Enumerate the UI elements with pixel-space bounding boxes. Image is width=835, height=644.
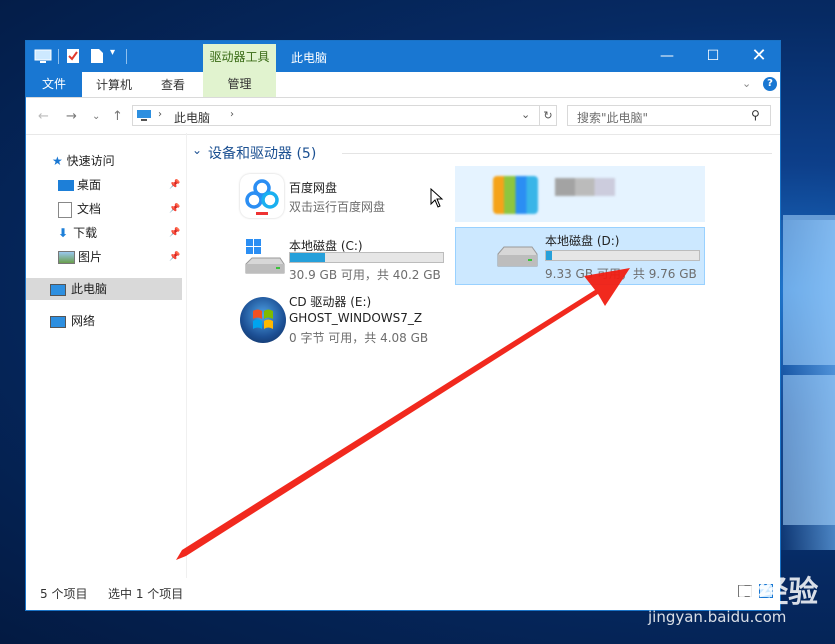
download-arrow-icon: ⬇ [58, 226, 69, 240]
pin-icon[interactable]: 📌 [169, 246, 180, 268]
device-name: 百度网盘 [289, 181, 338, 195]
drive-space-text: 30.9 GB 可用，共 40.2 GB [289, 268, 441, 282]
maximize-button[interactable]: ☐ [690, 41, 736, 72]
item-count: 5 个项目 [40, 587, 88, 601]
drive-space-text: 0 字节 可用，共 4.08 GB [289, 331, 429, 345]
drive-usage-bar [545, 250, 700, 261]
baidu-jingyan-watermark: Bai百du经验 [632, 575, 819, 610]
drive-tools-tab-header: 驱动器工具 [203, 44, 276, 72]
blurred-text [555, 178, 615, 196]
tab-file[interactable]: 文件 [26, 72, 82, 97]
search-placeholder: 搜索"此电脑" [577, 111, 649, 125]
device-name: CD 驱动器 (E:) [289, 295, 372, 309]
pin-icon[interactable]: 📌 [169, 222, 180, 244]
nav-quick-access[interactable]: ★ 快速访问 [52, 150, 115, 172]
this-pc-small-icon [136, 109, 152, 125]
properties-icon[interactable] [66, 48, 80, 66]
address-row: ← → ⌄ ↑ › 此电脑 › ⌄ ↻ 搜索"此电脑" ⚲ [26, 98, 780, 135]
back-arrow-icon[interactable]: ← [38, 109, 49, 124]
windows7-disc-icon [240, 297, 286, 343]
separator [126, 49, 127, 64]
new-folder-icon[interactable] [90, 48, 104, 66]
tab-view[interactable]: 查看 [161, 76, 185, 93]
star-icon: ★ [52, 154, 63, 168]
help-icon[interactable]: ? [763, 77, 777, 91]
nav-item-label: 文档 [77, 202, 102, 216]
address-history-chevron-icon[interactable]: ⌄ [521, 108, 530, 121]
watermark-url: jingyan.baidu.com [648, 608, 787, 626]
group-header-devices[interactable]: 设备和驱动器 (5) [208, 143, 316, 163]
nav-network[interactable]: 网络 [50, 310, 95, 332]
selection-count: 选中 1 个项目 [108, 587, 184, 601]
hard-drive-icon [494, 244, 540, 276]
nav-item-downloads[interactable]: ⬇ 下载 📌 [58, 222, 186, 244]
desktop-window-logo-pane [783, 375, 835, 525]
group-divider [342, 153, 772, 154]
network-icon [50, 315, 66, 328]
tab-manage[interactable]: 管理 [203, 72, 276, 97]
device-subtitle: 双击运行百度网盘 [289, 200, 386, 214]
title-bar: ▾ 驱动器工具 此电脑 — ☐ ✕ [26, 41, 780, 72]
nav-item-label: 图片 [78, 250, 103, 264]
this-pc-nav-icon [50, 283, 66, 296]
device-tile-cd-drive-e[interactable]: CD 驱动器 (E:) GHOST_WINDOWS7_Z 0 字节 可用，共 4… [238, 291, 488, 355]
customize-qat-chevron-icon[interactable]: ▾ [110, 47, 115, 65]
file-explorer-window: ▾ 驱动器工具 此电脑 — ☐ ✕ 文件 计算机 查看 管理 ⌄ ? ← → ⌄… [25, 40, 781, 611]
navigation-pane: ★ 快速访问 桌面 📌 文档 📌 ⬇ 下载 📌 图片 📌 此电脑 网络 [26, 133, 186, 578]
search-icon[interactable]: ⚲ [751, 108, 760, 122]
window-title: 此电脑 [291, 51, 328, 65]
this-pc-icon[interactable] [34, 48, 52, 66]
nav-item-pictures[interactable]: 图片 📌 [58, 246, 186, 268]
breadcrumb-chevron-icon[interactable]: › [230, 109, 234, 120]
device-tile-blurred[interactable] [455, 166, 705, 222]
pin-icon[interactable]: 📌 [169, 198, 180, 220]
device-tile-drive-d[interactable]: 本地磁盘 (D:) 9.33 GB 可用，共 9.76 GB [455, 227, 705, 285]
blurred-app-icon [493, 176, 538, 214]
search-input[interactable]: 搜索"此电脑" ⚲ [567, 105, 771, 126]
nav-item-label: 下载 [73, 226, 98, 240]
device-tile-drive-c[interactable]: 本地磁盘 (C:) 30.9 GB 可用，共 40.2 GB [238, 229, 488, 285]
separator [58, 49, 59, 64]
breadcrumb-this-pc[interactable]: 此电脑 [174, 109, 210, 126]
nav-this-pc[interactable]: 此电脑 [26, 278, 182, 300]
pin-icon[interactable]: 📌 [169, 174, 180, 196]
minimize-button[interactable]: — [644, 41, 690, 72]
nav-item-desktop[interactable]: 桌面 📌 [58, 174, 186, 196]
drive-space-text: 9.33 GB 可用，共 9.76 GB [545, 267, 697, 281]
nav-item-documents[interactable]: 文档 📌 [58, 198, 186, 220]
group-collapse-chevron-icon[interactable]: ⌄ [192, 143, 202, 157]
ribbon-tabs: 文件 计算机 查看 管理 ⌄ ? [26, 72, 780, 98]
drive-usage-fill [290, 253, 326, 262]
nav-network-label: 网络 [71, 314, 96, 328]
baidu-netdisk-icon [240, 174, 284, 218]
windows-drive-icon [240, 237, 286, 283]
expand-ribbon-chevron-icon[interactable]: ⌄ [742, 77, 751, 90]
pictures-folder-icon [58, 251, 75, 264]
tab-computer[interactable]: 计算机 [96, 76, 132, 93]
refresh-icon[interactable]: ↻ [539, 105, 557, 126]
content-pane: ⌄ 设备和驱动器 (5) 百度网盘 双击运行百度网盘 本地磁盘 (C:) 30.… [187, 133, 780, 578]
nav-this-pc-label: 此电脑 [71, 282, 108, 296]
nav-item-label: 桌面 [77, 178, 102, 192]
recent-locations-chevron-icon[interactable]: ⌄ [92, 111, 100, 122]
disc-volume-label: GHOST_WINDOWS7_Z [289, 311, 423, 325]
drive-usage-bar [289, 252, 444, 263]
address-bar[interactable]: › 此电脑 › ⌄ [132, 105, 540, 126]
mouse-cursor-icon [430, 187, 444, 212]
nav-quick-access-label: 快速访问 [66, 154, 115, 168]
breadcrumb-chevron-icon[interactable]: › [158, 109, 162, 120]
drive-usage-fill [546, 251, 553, 260]
device-name: 本地磁盘 (D:) [545, 234, 620, 248]
device-tile-baidu-netdisk[interactable]: 百度网盘 双击运行百度网盘 [238, 171, 488, 227]
forward-arrow-icon[interactable]: → [66, 109, 77, 124]
up-arrow-icon[interactable]: ↑ [112, 109, 123, 124]
documents-folder-icon [58, 201, 72, 218]
desktop-folder-icon [58, 180, 74, 191]
close-button[interactable]: ✕ [736, 41, 780, 72]
desktop-window-logo-pane [783, 215, 835, 365]
